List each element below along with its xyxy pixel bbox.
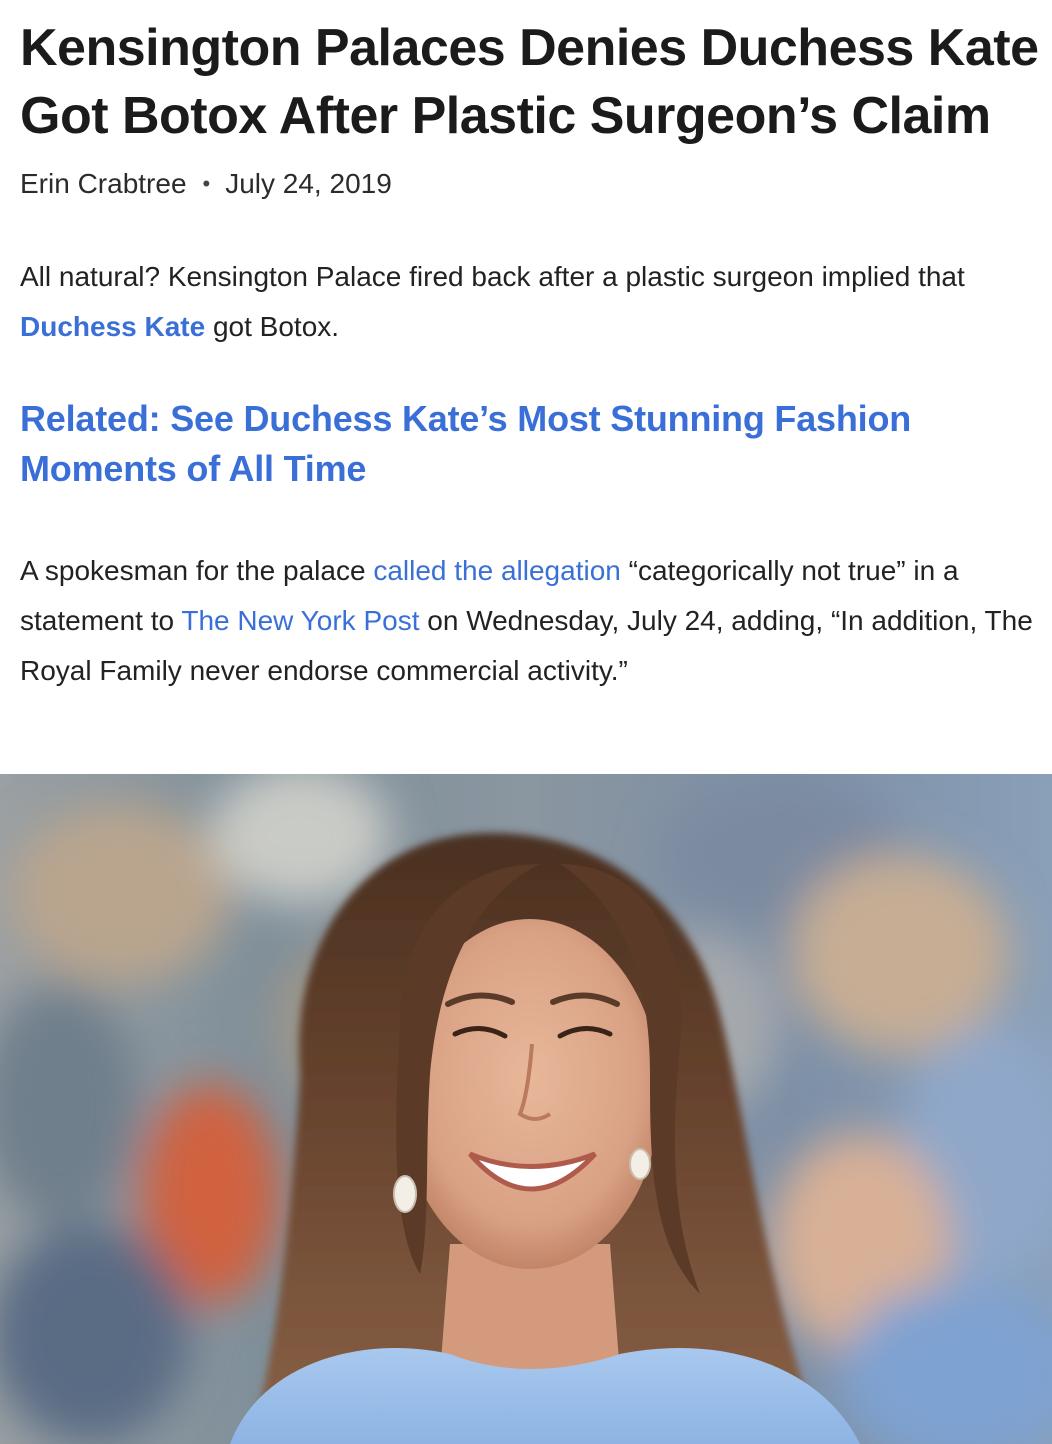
article: Kensington Palaces Denies Duchess Kate G… — [20, 14, 1040, 696]
byline: Erin Crabtree • July 24, 2019 — [20, 164, 1040, 204]
article-headline: Kensington Palaces Denies Duchess Kate G… — [20, 19, 1039, 145]
article-photo — [0, 774, 1052, 1444]
new-york-post-link[interactable]: The New York Post — [181, 605, 419, 636]
body-text-1: A spokesman for the palace — [20, 555, 374, 586]
portrait-image — [0, 774, 1052, 1444]
duchess-kate-link[interactable]: Duchess Kate — [20, 311, 205, 342]
author-name[interactable]: Erin Crabtree — [20, 164, 187, 204]
publish-date: July 24, 2019 — [225, 168, 392, 199]
byline-separator: • — [202, 171, 211, 196]
intro-paragraph: All natural? Kensington Palace fired bac… — [20, 252, 1040, 352]
related-article-link[interactable]: Related: See Duchess Kate’s Most Stunnin… — [20, 394, 1040, 494]
body-paragraph: A spokesman for the palace called the al… — [20, 546, 1040, 696]
intro-text-after: got Botox. — [205, 311, 340, 342]
allegation-link[interactable]: called the allegation — [373, 555, 621, 586]
intro-text-before: All natural? Kensington Palace fired bac… — [20, 261, 965, 292]
